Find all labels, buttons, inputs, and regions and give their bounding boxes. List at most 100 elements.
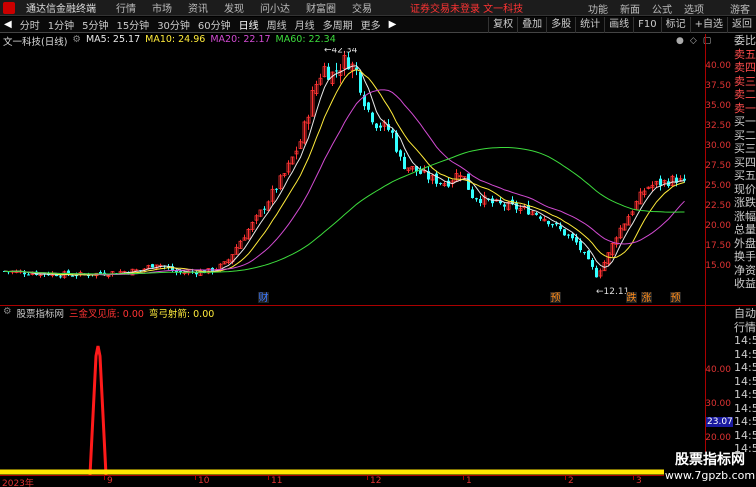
candle bbox=[539, 215, 542, 221]
candle bbox=[626, 214, 631, 226]
candle bbox=[591, 258, 594, 270]
date-tick: 12 bbox=[370, 476, 382, 486]
candle bbox=[278, 174, 283, 191]
candle bbox=[479, 195, 482, 207]
ma20-line bbox=[4, 89, 685, 276]
guest-user[interactable]: 游客 bbox=[710, 1, 756, 16]
tab-weekly[interactable]: 周线 bbox=[263, 17, 291, 32]
side-time-label: 14:56 bbox=[734, 374, 756, 388]
event-marker[interactable]: 预 bbox=[551, 292, 561, 304]
watermark: 股票指标网 www.7gpzb.com bbox=[664, 452, 756, 487]
menu-discover[interactable]: 发现 bbox=[216, 0, 252, 15]
price-tick: 20.00 bbox=[705, 221, 731, 231]
indicator-axis: 40.0030.0020.0010.0023.07 bbox=[705, 307, 733, 477]
side-label: 卖五 bbox=[734, 47, 756, 61]
side-label: 净资 bbox=[734, 263, 756, 277]
candle bbox=[379, 122, 382, 131]
tab-monthly[interactable]: 月线 bbox=[291, 17, 319, 32]
candle bbox=[406, 167, 411, 173]
ma60-line bbox=[4, 147, 685, 275]
menu-wealth[interactable]: 财富圈 bbox=[298, 0, 344, 15]
tab-more[interactable]: 更多 bbox=[357, 17, 385, 32]
menu-news[interactable]: 资讯 bbox=[180, 0, 216, 15]
date-tick-mark bbox=[463, 476, 464, 480]
candle bbox=[535, 212, 538, 216]
date-tick: 2 bbox=[568, 476, 574, 486]
login-warning: 证券交易未登录 文一科技 bbox=[410, 4, 524, 15]
candle bbox=[422, 165, 427, 174]
next-arrow-icon[interactable]: ▶ bbox=[385, 19, 401, 30]
candle bbox=[282, 172, 287, 178]
tab-intraday[interactable]: 分时 bbox=[16, 17, 44, 32]
candle bbox=[399, 149, 402, 161]
candle bbox=[263, 206, 266, 214]
price-tick: 15.00 bbox=[705, 261, 731, 271]
tab-30min[interactable]: 30分钟 bbox=[153, 17, 194, 32]
prev-arrow-icon[interactable]: ◀ bbox=[0, 19, 16, 30]
candlestick-chart[interactable]: ←42.34 ←12.11 财 预 跌涨 预 bbox=[0, 48, 705, 304]
side-label: 买五 bbox=[734, 169, 756, 182]
candle bbox=[482, 191, 487, 208]
event-marker[interactable]: 预 bbox=[671, 292, 681, 304]
tab-60min[interactable]: 60分钟 bbox=[194, 17, 235, 32]
menu-new-face[interactable]: 新面 bbox=[614, 1, 646, 16]
restore-rights-button[interactable]: 复权 bbox=[488, 17, 517, 33]
settings-small-icon[interactable]: ⚙ bbox=[72, 34, 81, 46]
tab-1min[interactable]: 1分钟 bbox=[44, 17, 78, 32]
candle bbox=[659, 175, 662, 191]
draw-line-button[interactable]: 画线 bbox=[604, 17, 633, 33]
menu-market-quote[interactable]: 行情 bbox=[108, 0, 144, 15]
event-marker[interactable]: 财 bbox=[259, 291, 269, 304]
tab-5min[interactable]: 5分钟 bbox=[78, 17, 112, 32]
side-label: 卖一 bbox=[734, 101, 756, 115]
dot-icon[interactable]: ● bbox=[676, 36, 684, 46]
add-watchlist-button[interactable]: +自选 bbox=[689, 17, 727, 33]
ma5-value: MA5: 25.17 bbox=[85, 34, 141, 45]
candle bbox=[350, 61, 355, 79]
event-marker[interactable]: 跌 bbox=[627, 291, 637, 304]
high-price-label: ←42.34 bbox=[324, 48, 358, 55]
menu-function[interactable]: 功能 bbox=[582, 1, 614, 16]
price-tick: 32.50 bbox=[705, 121, 731, 131]
menu-ask[interactable]: 问小达 bbox=[252, 0, 298, 15]
candle bbox=[371, 111, 374, 125]
side-label: 买四 bbox=[734, 155, 756, 169]
mark-button[interactable]: 标记 bbox=[660, 17, 690, 33]
tab-15min[interactable]: 15分钟 bbox=[112, 17, 153, 32]
date-tick: 1 bbox=[466, 476, 472, 486]
f10-button[interactable]: F10 bbox=[633, 17, 660, 33]
candle bbox=[338, 63, 343, 84]
candle bbox=[226, 258, 231, 265]
indicator-chart[interactable] bbox=[0, 318, 705, 475]
side-time-label: 14:56 bbox=[734, 428, 756, 442]
candle bbox=[151, 263, 154, 268]
menu-trade[interactable]: 交易 bbox=[344, 0, 380, 15]
date-tick: 10 bbox=[198, 476, 210, 486]
menu-market[interactable]: 市场 bbox=[144, 0, 180, 15]
menu-options[interactable]: 选项 bbox=[678, 1, 710, 16]
candle bbox=[618, 225, 623, 240]
side-label: 买二 bbox=[734, 128, 756, 142]
candle bbox=[583, 251, 586, 255]
event-marker[interactable]: 涨 bbox=[642, 292, 652, 304]
statistics-button[interactable]: 统计 bbox=[575, 17, 604, 33]
indicator-tick: 30.00 bbox=[705, 399, 731, 409]
side-label: 涨幅 bbox=[734, 209, 756, 223]
date-tick-mark bbox=[104, 476, 105, 480]
candle bbox=[491, 195, 494, 207]
menu-formula[interactable]: 公式 bbox=[646, 1, 678, 16]
ma10-value: MA10: 24.96 bbox=[145, 34, 206, 45]
tab-multi-period[interactable]: 多周期 bbox=[319, 17, 357, 32]
price-tick: 30.00 bbox=[705, 141, 731, 151]
candle bbox=[642, 188, 647, 198]
multi-stock-button[interactable]: 多股 bbox=[546, 17, 575, 33]
candle bbox=[367, 101, 370, 113]
overlay-button[interactable]: 叠加 bbox=[517, 17, 546, 33]
candle bbox=[542, 216, 547, 222]
tab-daily[interactable]: 日线 bbox=[235, 17, 263, 32]
candle bbox=[563, 228, 566, 236]
date-tick-mark bbox=[367, 476, 368, 480]
expand-icon[interactable]: ◇ bbox=[690, 36, 697, 46]
back-button[interactable]: 返回 bbox=[727, 17, 756, 33]
candle bbox=[242, 234, 247, 241]
